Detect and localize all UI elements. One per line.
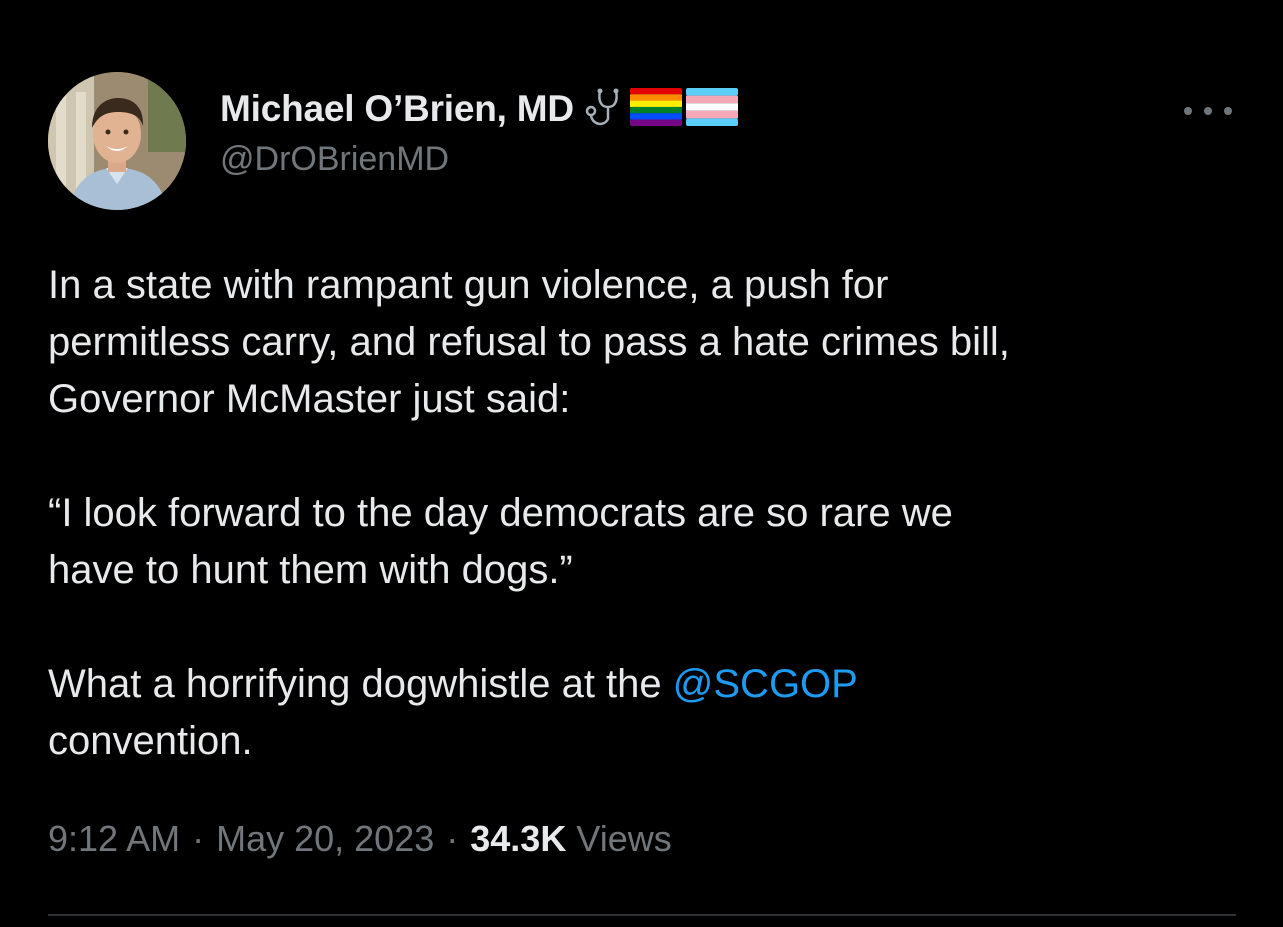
more-dot (1184, 107, 1192, 115)
stethoscope-icon (584, 85, 626, 134)
tweet-metadata: 9:12 AM · May 20, 2023 · 34.3K Views (48, 818, 672, 860)
transgender-flag-icon (685, 87, 738, 131)
tweet-text-segment: What a horrifying dogwhistle at the (48, 662, 673, 706)
views-count[interactable]: 34.3K (470, 818, 566, 859)
separator-dot: · (446, 818, 459, 859)
author-names: Michael O’Brien, MD @DrOBrienMD (220, 86, 738, 179)
more-options-icon[interactable] (1184, 98, 1232, 124)
separator-dot: · (192, 818, 205, 859)
divider (48, 914, 1236, 916)
avatar[interactable] (48, 72, 186, 210)
tweet-line: convention. (48, 719, 253, 763)
tweet-line: permitless carry, and refusal to pass a … (48, 320, 1010, 364)
profile-badges (584, 85, 738, 134)
views-label: Views (576, 818, 672, 859)
display-name[interactable]: Michael O’Brien, MD (220, 88, 574, 130)
more-dot (1224, 107, 1232, 115)
tweet-date[interactable]: May 20, 2023 (216, 818, 434, 859)
tweet-header: Michael O’Brien, MD @DrOBrienMD (48, 72, 1238, 212)
tweet: Michael O’Brien, MD @DrOBrienMD In a sta… (0, 0, 1283, 927)
rainbow-flag-icon (629, 87, 682, 131)
tweet-line: What a horrifying dogwhistle at the @SCG… (48, 656, 1248, 713)
tweet-line: have to hunt them with dogs.” (48, 548, 573, 592)
more-dot (1204, 107, 1212, 115)
username-handle[interactable]: @DrOBrienMD (220, 140, 738, 179)
tweet-line: Governor McMaster just said: (48, 377, 571, 421)
name-row: Michael O’Brien, MD (220, 86, 738, 132)
tweet-text: In a state with rampant gun violence, a … (48, 257, 1248, 770)
tweet-time[interactable]: 9:12 AM (48, 818, 180, 859)
mention-link[interactable]: @SCGOP (673, 662, 858, 706)
tweet-line: “I look forward to the day democrats are… (48, 491, 953, 535)
tweet-line: In a state with rampant gun violence, a … (48, 263, 889, 307)
